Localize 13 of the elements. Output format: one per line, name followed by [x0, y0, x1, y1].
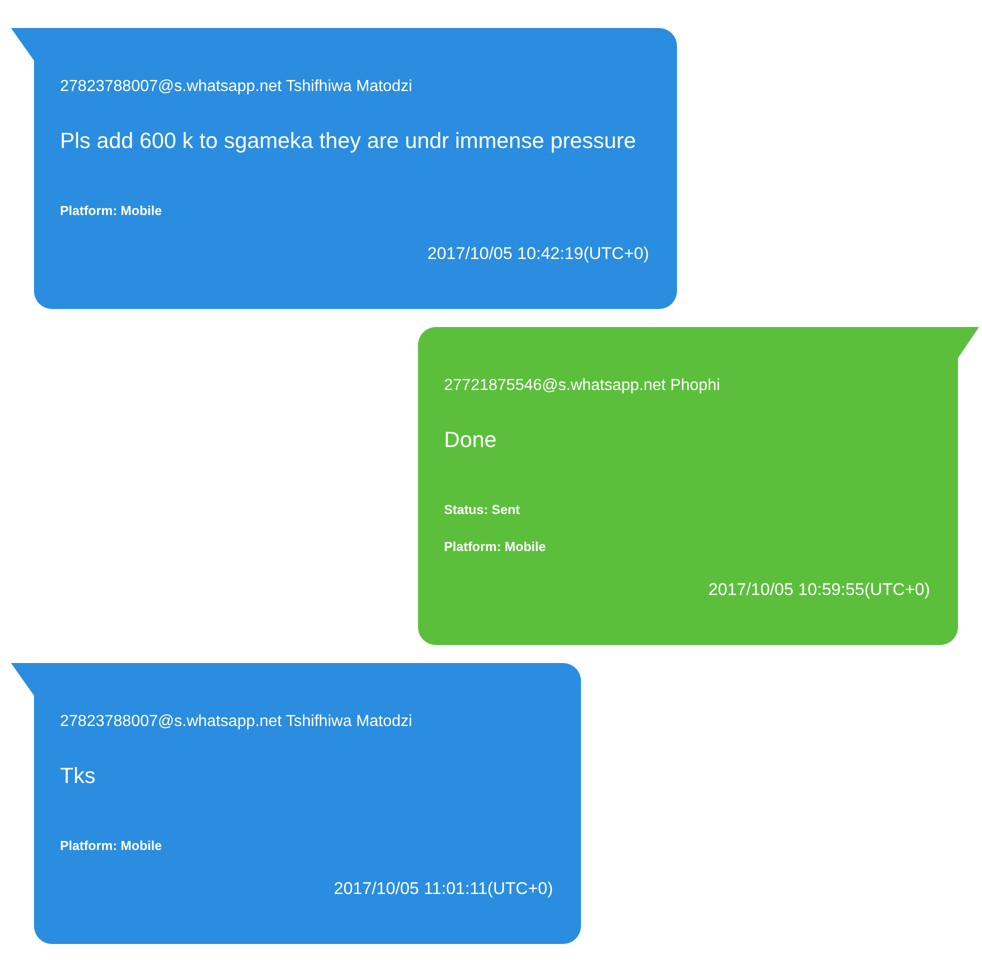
message-text: Tks	[60, 762, 96, 790]
sender-address: 27823788007@s.whatsapp.net Tshifhiwa Matodzi	[60, 712, 412, 732]
message-detail: Platform: Mobile	[60, 837, 162, 855]
message-detail: Platform: Mobile	[444, 538, 546, 556]
timestamp: 2017/10/05 10:42:19(UTC+0)	[427, 243, 649, 265]
timestamp: 2017/10/05 11:01:11(UTC+0)	[334, 878, 553, 900]
message-detail: Platform: Mobile	[60, 202, 162, 220]
message-text: Done	[444, 426, 497, 454]
sender-address: 27823788007@s.whatsapp.net Tshifhiwa Matodzi	[60, 77, 412, 97]
timestamp: 2017/10/05 10:59:55(UTC+0)	[708, 579, 930, 601]
sender-address: 27721875546@s.whatsapp.net Phophi	[444, 376, 720, 396]
message-text: Pls add 600 k to sgameka they are undr immense pressure	[60, 127, 636, 155]
message-detail: Status: Sent	[444, 501, 520, 519]
